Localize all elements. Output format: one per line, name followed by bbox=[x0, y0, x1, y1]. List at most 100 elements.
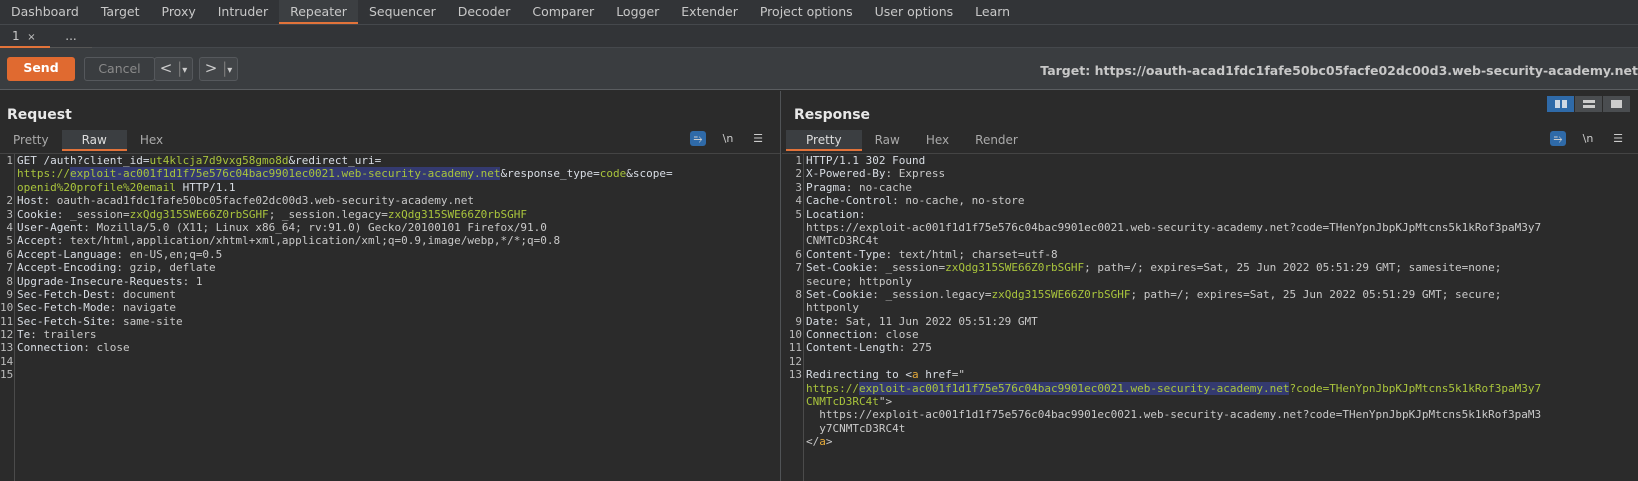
code-token: =" bbox=[951, 368, 965, 382]
code-token: : navigate bbox=[109, 301, 176, 315]
line-text: HTTP/1.1 302 Found bbox=[804, 154, 925, 167]
code-token: Sec-Fetch-Mode bbox=[17, 301, 110, 315]
back-button[interactable]: < |▾ bbox=[154, 57, 193, 81]
code-token: : _session= bbox=[56, 207, 130, 221]
code-line: 4 Cache-Control: no-cache, no-store bbox=[782, 194, 1638, 207]
code-token: Connection bbox=[806, 328, 873, 342]
menu-learn[interactable]: Learn bbox=[964, 0, 1021, 24]
dropdown-icon[interactable]: ▾ bbox=[227, 65, 232, 76]
code-line: 14 bbox=[0, 355, 780, 368]
split-horizontal-icon[interactable] bbox=[1547, 96, 1574, 112]
code-token: : _session= bbox=[872, 261, 946, 275]
menu-extender[interactable]: Extender bbox=[670, 0, 749, 24]
tab-render[interactable]: Render bbox=[962, 130, 1031, 151]
code-token: &response_type= bbox=[500, 167, 600, 181]
menu-icon[interactable]: ☰ bbox=[750, 131, 766, 146]
wrap-icon[interactable]: ⥱ bbox=[690, 131, 706, 146]
code-line: https://exploit-ac001f1d1f75e576c04bac99… bbox=[782, 381, 1638, 395]
code-token: : Express bbox=[885, 167, 946, 181]
send-button[interactable]: Send bbox=[7, 57, 75, 81]
menu-proxy[interactable]: Proxy bbox=[151, 0, 207, 24]
menu-sequencer[interactable]: Sequencer bbox=[358, 0, 447, 24]
code-token: openid%20profile%20email bbox=[17, 180, 176, 194]
line-text: Content-Length: 275 bbox=[804, 341, 932, 354]
main-menu: Dashboard Target Proxy Intruder Repeater Sequ… bbox=[0, 0, 1638, 25]
dropdown-icon[interactable]: ▾ bbox=[182, 65, 187, 76]
tab-hex[interactable]: Hex bbox=[913, 130, 962, 151]
target-url[interactable]: Target: https://oauth-acad1fdc1fafe50bc0… bbox=[1040, 63, 1638, 78]
code-token: zxQdg315SWE66Z0rbSGHF bbox=[387, 207, 527, 221]
tab-raw[interactable]: Raw bbox=[61, 130, 127, 151]
line-text: Connection: close bbox=[15, 341, 130, 354]
tab-raw[interactable]: Raw bbox=[862, 130, 913, 151]
request-editor[interactable]: 1 GET /auth?client_id=ut4klcja7d9vxg58gmo… bbox=[0, 153, 780, 481]
menu-repeater[interactable]: Repeater bbox=[279, 0, 358, 24]
line-text: Accept-Encoding: gzip, deflate bbox=[15, 261, 216, 274]
menu-decoder[interactable]: Decoder bbox=[447, 0, 522, 24]
code-token: Cookie bbox=[17, 207, 57, 221]
line-text: Content-Type: text/html; charset=utf-8 bbox=[804, 248, 1058, 261]
code-token: : 275 bbox=[898, 341, 932, 355]
line-text: openid%20profile%20email HTTP/1.1 bbox=[15, 181, 236, 194]
wrap-icon[interactable]: ⥱ bbox=[1550, 131, 1566, 146]
request-panel: Request Pretty Raw Hex ⥱ \n ☰ 1 GET /auth?c… bbox=[0, 91, 781, 481]
code-token: : _session.legacy= bbox=[872, 287, 992, 301]
newline-icon[interactable]: \n bbox=[1580, 131, 1596, 146]
code-line: 6 Content-Type: text/html; charset=utf-8 bbox=[782, 248, 1638, 261]
new-tab-button[interactable]: ... bbox=[50, 25, 92, 48]
code-line: CNMTcD3RC4t"> bbox=[782, 395, 1638, 408]
code-line: 5 Accept: text/html,application/xhtml+xml… bbox=[0, 234, 780, 247]
tab-pretty[interactable]: Pretty bbox=[786, 130, 862, 151]
code-line: 9 Date: Sat, 11 Jun 2022 05:51:29 GMT bbox=[782, 315, 1638, 328]
line-text: Host: oauth-acad1fdc1fafe50bc05facfe02dc… bbox=[15, 194, 474, 207]
newline-icon[interactable]: \n bbox=[720, 131, 736, 146]
code-line: httponly bbox=[782, 301, 1638, 314]
code-line: 9 Sec-Fetch-Dest: document bbox=[0, 288, 780, 301]
code-line: 13 Connection: close bbox=[0, 341, 780, 354]
line-text: Sec-Fetch-Site: same-site bbox=[15, 315, 183, 328]
code-token: a bbox=[819, 435, 826, 449]
single-pane-icon[interactable] bbox=[1603, 96, 1630, 112]
response-editor[interactable]: 1 HTTP/1.1 302 Found 2 X-Powered-By: Expres… bbox=[782, 153, 1638, 481]
code-line: 12 bbox=[782, 355, 1638, 368]
line-text: Location: bbox=[804, 208, 866, 221]
code-token: : Sat, 11 Jun 2022 05:51:29 GMT bbox=[832, 314, 1038, 328]
split-vertical-icon[interactable] bbox=[1575, 96, 1602, 112]
code-line: 12 Te: trailers bbox=[0, 328, 780, 341]
menu-logger[interactable]: Logger bbox=[605, 0, 670, 24]
chevron-left-icon: < bbox=[159, 59, 173, 77]
menu-dashboard[interactable]: Dashboard bbox=[0, 0, 90, 24]
tab-1[interactable]: 1 × bbox=[0, 25, 50, 48]
code-token: : no-cache, no-store bbox=[892, 194, 1025, 208]
menu-target[interactable]: Target bbox=[90, 0, 151, 24]
code-token: code bbox=[599, 167, 627, 181]
code-token: HTTP/1.1 bbox=[175, 180, 236, 194]
code-line: openid%20profile%20email HTTP/1.1 bbox=[0, 181, 780, 194]
forward-button[interactable]: > |▾ bbox=[199, 57, 238, 81]
code-token: Accept-Language bbox=[17, 247, 117, 261]
code-token: ut4klcja7d9vxg58gmo8d bbox=[149, 154, 289, 167]
code-token: Accept-Encoding bbox=[17, 261, 117, 275]
response-editor-icons: ⥱ \n ☰ bbox=[1550, 131, 1626, 146]
code-line: 10 Sec-Fetch-Mode: navigate bbox=[0, 301, 780, 314]
menu-project-options[interactable]: Project options bbox=[749, 0, 864, 24]
tab-pretty[interactable]: Pretty bbox=[0, 130, 62, 151]
menu-icon[interactable]: ☰ bbox=[1610, 131, 1626, 146]
close-icon[interactable]: × bbox=[27, 32, 35, 43]
code-token: : close bbox=[872, 328, 919, 342]
line-text: https://exploit-ac001f1d1f75e576c04bac99… bbox=[804, 221, 1541, 234]
menu-user-options[interactable]: User options bbox=[864, 0, 965, 24]
code-token: zxQdg315SWE66Z0rbSGHF bbox=[991, 287, 1131, 301]
menu-intruder[interactable]: Intruder bbox=[207, 0, 279, 24]
cancel-button[interactable]: Cancel bbox=[84, 57, 155, 81]
code-token: X-Powered-By bbox=[806, 167, 886, 181]
code-token: : oauth-acad1fdc1fafe50bc05facfe02dc00d3… bbox=[43, 194, 474, 208]
code-token: Te bbox=[17, 328, 31, 342]
code-line: 8 Upgrade-Insecure-Requests: 1 bbox=[0, 275, 780, 288]
code-token: Host bbox=[17, 194, 44, 208]
code-token: Set-Cookie bbox=[806, 261, 873, 275]
code-line: 1 GET /auth?client_id=ut4klcja7d9vxg58gmo… bbox=[0, 154, 780, 167]
menu-comparer[interactable]: Comparer bbox=[521, 0, 605, 24]
response-title: Response bbox=[794, 107, 871, 123]
tab-hex[interactable]: Hex bbox=[127, 130, 176, 151]
